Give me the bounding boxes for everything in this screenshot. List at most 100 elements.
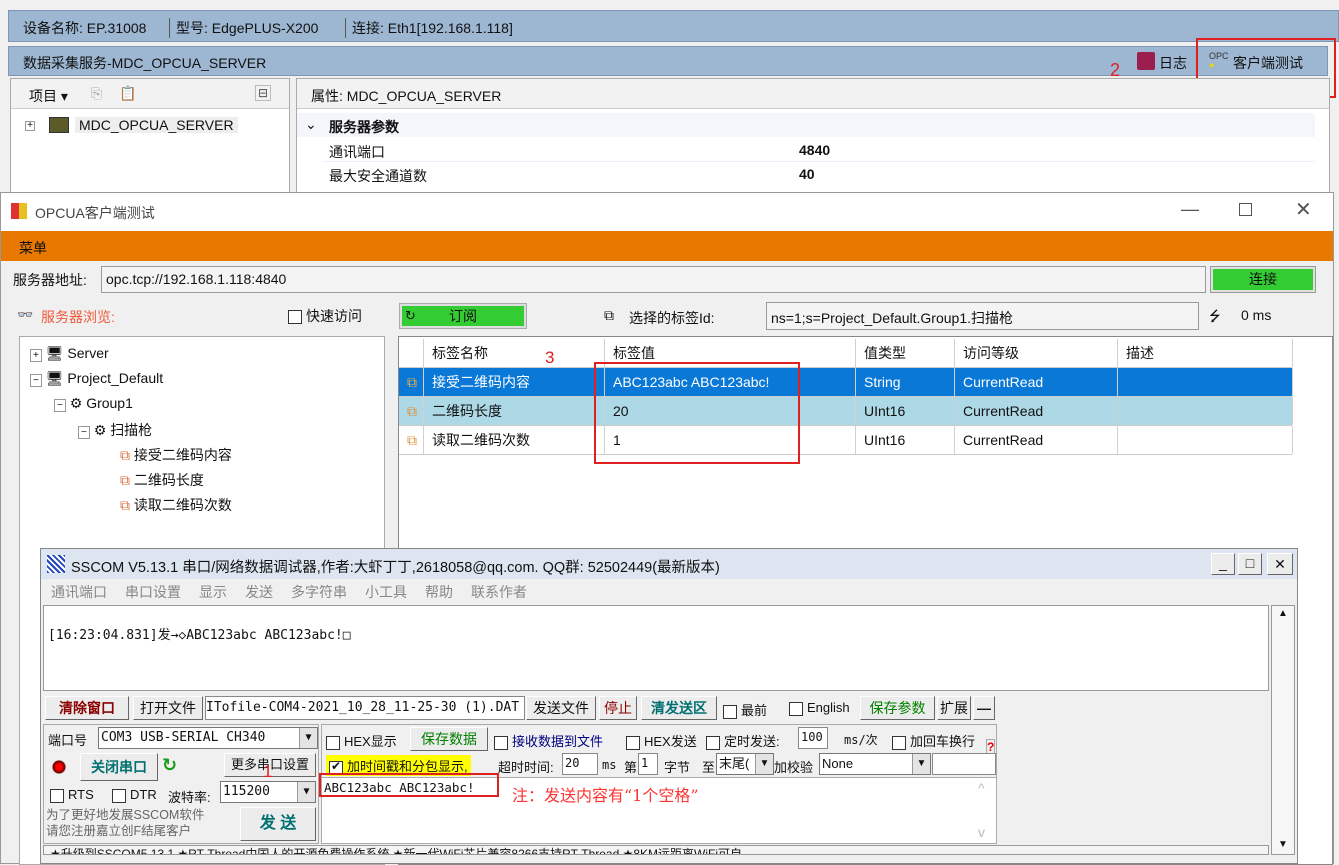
menu-item[interactable]: 串口设置 bbox=[125, 582, 181, 602]
sscom-title-bar: SSCOM V5.13.1 串口/网络数据调试器,作者:大虾丁丁,2618058… bbox=[41, 549, 1297, 579]
quick-access-checkbox[interactable]: 快速访问 bbox=[288, 306, 362, 326]
timeout-input[interactable]: 20 bbox=[562, 753, 598, 775]
stop-button[interactable]: 停止 bbox=[599, 696, 637, 720]
menu-item[interactable]: 多字符串 bbox=[291, 582, 347, 602]
baud-select[interactable]: 115200 ▼ bbox=[220, 781, 316, 803]
server-node-icon: 🖥 bbox=[45, 370, 64, 386]
tree-item-server[interactable]: MDC_OPCUA_SERVER bbox=[75, 117, 238, 133]
to-select[interactable]: 末尾(▼ bbox=[716, 753, 774, 775]
property-row[interactable]: 最大安全通道数 40 bbox=[323, 163, 1315, 186]
sscom-maximize-button[interactable]: □ bbox=[1238, 553, 1262, 575]
hex-display-label: HEX显示 bbox=[344, 734, 397, 749]
menu-item[interactable]: 通讯端口 bbox=[51, 582, 107, 602]
tree-node[interactable]: ⧉ 二维码长度 bbox=[120, 470, 204, 490]
menu-item[interactable]: 发送 bbox=[245, 582, 273, 602]
byte-label: 字节 bbox=[664, 760, 691, 775]
menu-item[interactable]: 显示 bbox=[199, 582, 227, 602]
menu-item[interactable]: 小工具 bbox=[365, 582, 407, 602]
topmost-checkbox[interactable]: 最前 bbox=[723, 700, 767, 719]
log-button[interactable]: 日志 bbox=[1159, 53, 1187, 73]
collapse-chevron-icon[interactable]: ⌄ bbox=[305, 116, 317, 133]
server-address-input[interactable]: opc.tcp://192.168.1.118:4840 bbox=[101, 266, 1206, 293]
subscribe-button[interactable]: ↻ 订阅 bbox=[399, 303, 527, 329]
column-header[interactable]: 描述 bbox=[1118, 339, 1293, 367]
column-header[interactable]: 标签名称 bbox=[424, 339, 605, 367]
subscribe-label: 订阅 bbox=[449, 308, 477, 324]
copy-icon[interactable]: ⎘ bbox=[91, 85, 102, 102]
selected-tag-input[interactable]: ns=1;s=Project_Default.Group1.扫描枪 bbox=[766, 302, 1199, 330]
glasses-icon: 👓 bbox=[17, 307, 34, 322]
selected-tag-label: 选择的标签Id: bbox=[629, 310, 715, 326]
save-params-button[interactable]: 保存参数 bbox=[860, 696, 935, 720]
menu-item[interactable]: 菜单 bbox=[19, 238, 47, 258]
tree-view-icon[interactable]: ⊟ bbox=[255, 85, 272, 101]
server-node-icon: 🖥 bbox=[45, 345, 64, 361]
expand-button[interactable]: 扩展 bbox=[937, 696, 971, 720]
hex-display-checkbox[interactable]: HEX显示 bbox=[326, 731, 397, 750]
timed-send-checkbox[interactable]: 定时发送: bbox=[706, 731, 780, 750]
byte-from-label: 第 bbox=[624, 760, 638, 775]
connect-button-label: 连接 bbox=[1213, 269, 1313, 290]
log-icon bbox=[1137, 52, 1155, 70]
receive-to-file-checkbox[interactable]: 接收数据到文件 bbox=[494, 731, 603, 750]
close-button[interactable]: ✕ bbox=[1295, 197, 1312, 222]
table-row[interactable]: ⧉ 接受二维码内容 ABC123abc ABC123abc! String Cu… bbox=[399, 368, 1293, 397]
dropdown-arrow-icon[interactable]: ▼ bbox=[297, 782, 315, 802]
dropdown-arrow-icon[interactable]: ▼ bbox=[912, 754, 930, 774]
copy-tag-icon: ⧉ bbox=[604, 307, 614, 323]
english-checkbox[interactable]: English bbox=[789, 700, 850, 716]
column-header[interactable]: 值类型 bbox=[856, 339, 955, 367]
checksum-select[interactable]: None ▼ bbox=[819, 753, 931, 775]
minimize-button[interactable]: — bbox=[1181, 199, 1199, 220]
hex-send-checkbox[interactable]: HEX发送 bbox=[626, 731, 697, 750]
receive-to-file-label: 接收数据到文件 bbox=[512, 734, 604, 749]
port-select[interactable]: COM3 USB-SERIAL CH340 ▼ bbox=[98, 727, 318, 749]
maximize-button[interactable] bbox=[1239, 203, 1252, 216]
file-path-input[interactable]: ITofile-COM4-2021_10_28_11-25-30 (1).DAT bbox=[205, 696, 525, 720]
send-button[interactable]: 发 送 bbox=[240, 807, 316, 841]
tree-node[interactable]: − 🖥 Project_Default bbox=[30, 370, 163, 387]
property-row[interactable]: 通讯端口 4840 bbox=[323, 139, 1315, 162]
tree-node[interactable]: + 🖥 Server bbox=[30, 345, 109, 362]
add-crlf-checkbox[interactable]: 加回车换行 bbox=[892, 731, 975, 750]
scroll-up-icon[interactable]: ^ bbox=[978, 780, 985, 796]
byte-from-input[interactable]: 1 bbox=[638, 753, 658, 775]
dtr-checkbox[interactable]: DTR bbox=[112, 787, 157, 803]
tree-node[interactable]: ⧉ 接受二维码内容 bbox=[120, 445, 232, 465]
paste-icon[interactable]: 📋 bbox=[119, 85, 136, 102]
save-data-button[interactable]: 保存数据 bbox=[410, 727, 488, 751]
usb-icon: ⭍ bbox=[1209, 308, 1221, 324]
table-row[interactable]: ⧉ 读取二维码次数 1 UInt16 CurrentRead bbox=[399, 426, 1293, 455]
dropdown-arrow-icon[interactable]: ▼ bbox=[755, 754, 773, 774]
interval-input[interactable]: 100 bbox=[798, 727, 828, 749]
collapse-button[interactable]: — bbox=[973, 696, 995, 720]
sscom-close-button[interactable]: ✕ bbox=[1267, 553, 1293, 575]
project-menu[interactable]: 项目 ▾ bbox=[29, 86, 68, 106]
close-port-button[interactable]: 关闭串口 bbox=[80, 753, 158, 781]
clear-send-button[interactable]: 清发送区 bbox=[641, 696, 717, 720]
receive-scrollbar[interactable]: ▲ ▼ bbox=[1271, 605, 1295, 855]
connect-button[interactable]: 连接 bbox=[1210, 266, 1316, 293]
scroll-down-icon[interactable]: v bbox=[978, 824, 985, 840]
menu-item[interactable]: 联系作者 bbox=[471, 582, 527, 602]
clear-window-button[interactable]: 清除窗口 bbox=[45, 696, 129, 720]
sscom-minimize-button[interactable]: _ bbox=[1211, 553, 1235, 575]
dropdown-arrow-icon[interactable]: ▼ bbox=[299, 728, 317, 748]
column-header[interactable]: 访问等级 bbox=[955, 339, 1118, 367]
tree-node[interactable]: − ⚙ 扫描枪 bbox=[78, 420, 152, 440]
scroll-down-icon[interactable]: ▼ bbox=[1278, 839, 1288, 850]
device-info-bar: 设备名称: EP.31008 型号: EdgePLUS-X200 连接: Eth… bbox=[8, 10, 1339, 42]
table-row[interactable]: ⧉ 二维码长度 20 UInt16 CurrentRead bbox=[399, 397, 1293, 426]
refresh-icon[interactable]: ↻ bbox=[162, 755, 177, 776]
scroll-up-icon[interactable]: ▲ bbox=[1278, 608, 1288, 619]
tree-node[interactable]: − ⚙ Group1 bbox=[54, 395, 133, 412]
project-menu-label: 项目 bbox=[29, 88, 57, 104]
tree-node[interactable]: ⧉ 读取二维码次数 bbox=[120, 495, 232, 515]
checksum-result-input[interactable] bbox=[932, 753, 996, 775]
rts-checkbox[interactable]: RTS bbox=[50, 787, 94, 803]
receive-area[interactable]: [16:23:04.831]发→◇ABC123abc ABC123abc!□ bbox=[43, 605, 1269, 691]
menu-item[interactable]: 帮助 bbox=[425, 582, 453, 602]
open-file-button[interactable]: 打开文件 bbox=[133, 696, 203, 720]
send-file-button[interactable]: 发送文件 bbox=[526, 696, 596, 720]
expand-icon[interactable]: + bbox=[25, 121, 35, 131]
